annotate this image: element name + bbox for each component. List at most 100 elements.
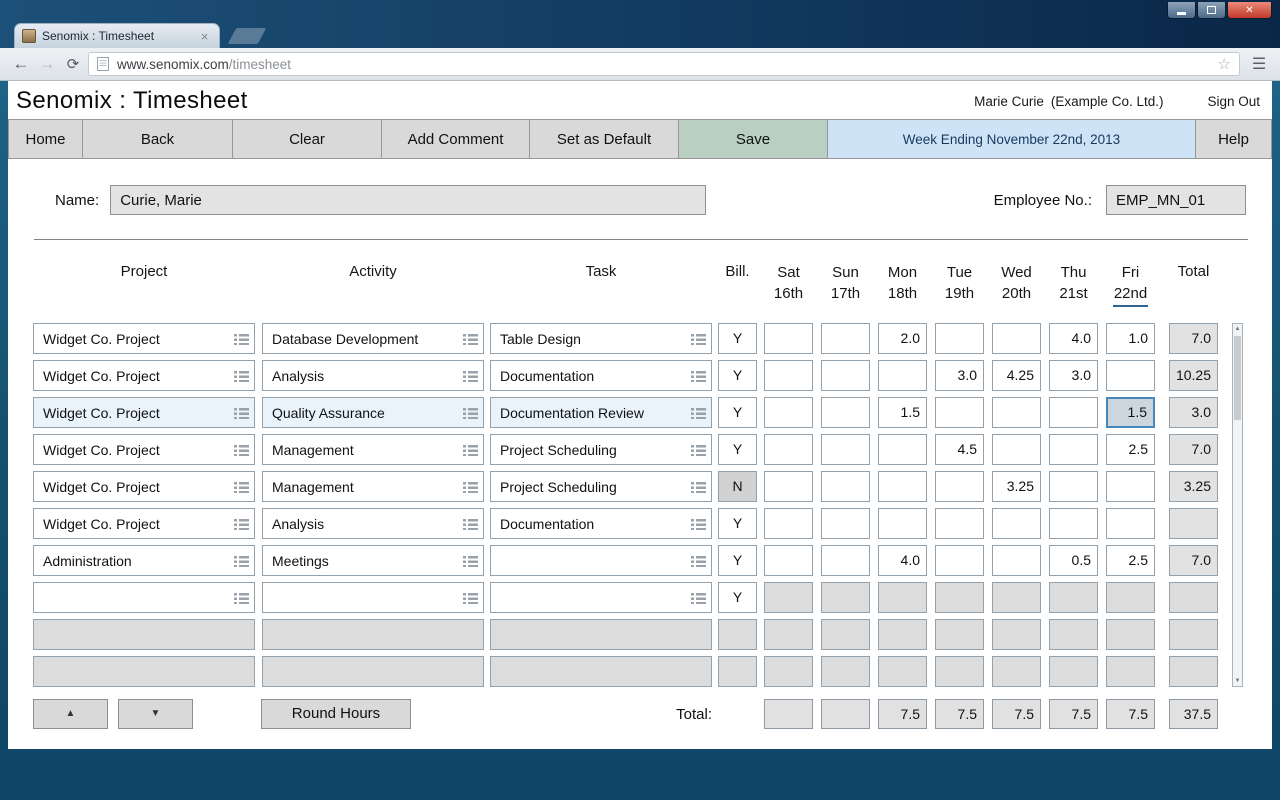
hours-cell-fri[interactable]: 2.5 [1106, 545, 1155, 576]
hours-cell-tue[interactable] [935, 471, 984, 502]
hours-cell-mon[interactable] [878, 434, 927, 465]
close-button[interactable]: ✕ [1227, 2, 1272, 19]
hours-cell-thu[interactable] [1049, 508, 1098, 539]
move-row-down-button[interactable]: ▼ [118, 699, 193, 729]
hours-cell-sun[interactable] [821, 545, 870, 576]
maximize-button[interactable] [1197, 2, 1226, 19]
task-field[interactable] [490, 582, 712, 613]
hours-cell-tue[interactable] [935, 508, 984, 539]
activity-field[interactable]: Quality Assurance [262, 397, 484, 428]
move-row-up-button[interactable]: ▲ [33, 699, 108, 729]
back-icon[interactable]: ← [8, 54, 34, 74]
task-field[interactable]: Table Design [490, 323, 712, 354]
hours-cell-thu[interactable]: 3.0 [1049, 360, 1098, 391]
sign-out-link[interactable]: Sign Out [1207, 94, 1260, 109]
task-field[interactable]: Project Scheduling [490, 471, 712, 502]
hours-cell-tue[interactable] [935, 545, 984, 576]
hours-cell-thu[interactable]: 4.0 [1049, 323, 1098, 354]
hours-cell-fri[interactable]: 2.5 [1106, 434, 1155, 465]
browser-tab[interactable]: Senomix : Timesheet × [14, 23, 220, 48]
list-picker-icon[interactable] [234, 592, 249, 604]
list-picker-icon[interactable] [463, 370, 478, 382]
table-scrollbar[interactable]: ▲ ▼ [1232, 323, 1243, 687]
save-button[interactable]: Save [678, 119, 828, 159]
activity-field[interactable] [262, 582, 484, 613]
activity-field[interactable]: Meetings [262, 545, 484, 576]
hours-cell-sat[interactable] [764, 434, 813, 465]
billable-cell[interactable]: Y [718, 323, 757, 354]
hours-cell-wed[interactable] [992, 397, 1041, 428]
list-picker-icon[interactable] [234, 444, 249, 456]
billable-cell[interactable]: Y [718, 582, 757, 613]
billable-cell-non-billable[interactable]: N [718, 471, 757, 502]
add-comment-button[interactable]: Add Comment [381, 119, 530, 159]
hours-cell-mon[interactable] [878, 360, 927, 391]
round-hours-button[interactable]: Round Hours [261, 699, 411, 729]
minimize-button[interactable] [1167, 2, 1196, 19]
hours-cell-sun[interactable] [821, 397, 870, 428]
forward-icon[interactable]: → [34, 54, 60, 74]
hours-cell-wed[interactable] [992, 545, 1041, 576]
tab-close-icon[interactable]: × [197, 29, 212, 44]
list-picker-icon[interactable] [691, 333, 706, 345]
hours-cell-sun[interactable] [821, 360, 870, 391]
list-picker-icon[interactable] [691, 592, 706, 604]
name-field[interactable]: Curie, Marie [110, 185, 706, 215]
list-picker-icon[interactable] [463, 481, 478, 493]
address-bar[interactable]: www.senomix.com/timesheet ☆ [88, 52, 1240, 76]
list-picker-icon[interactable] [691, 407, 706, 419]
project-field[interactable]: Widget Co. Project [33, 397, 255, 428]
billable-cell[interactable]: Y [718, 434, 757, 465]
list-picker-icon[interactable] [234, 370, 249, 382]
list-picker-icon[interactable] [234, 407, 249, 419]
reload-icon[interactable]: ⟳ [60, 55, 86, 73]
activity-field[interactable]: Management [262, 434, 484, 465]
hours-cell-wed[interactable]: 3.25 [992, 471, 1041, 502]
task-field[interactable]: Documentation Review [490, 397, 712, 428]
project-field[interactable]: Administration [33, 545, 255, 576]
list-picker-icon[interactable] [463, 555, 478, 567]
list-picker-icon[interactable] [234, 518, 249, 530]
hours-cell-thu[interactable] [1049, 434, 1098, 465]
billable-cell[interactable]: Y [718, 360, 757, 391]
hours-cell-sat[interactable] [764, 471, 813, 502]
list-picker-icon[interactable] [463, 333, 478, 345]
hours-cell-sun[interactable] [821, 323, 870, 354]
hours-cell-sat[interactable] [764, 360, 813, 391]
project-field[interactable]: Widget Co. Project [33, 471, 255, 502]
back-button[interactable]: Back [82, 119, 233, 159]
project-field[interactable]: Widget Co. Project [33, 434, 255, 465]
task-field[interactable]: Project Scheduling [490, 434, 712, 465]
hours-cell-fri[interactable] [1106, 471, 1155, 502]
list-picker-icon[interactable] [234, 481, 249, 493]
list-picker-icon[interactable] [463, 592, 478, 604]
new-tab-button[interactable] [228, 28, 267, 44]
project-field[interactable] [33, 582, 255, 613]
list-picker-icon[interactable] [463, 407, 478, 419]
hours-cell-mon[interactable]: 4.0 [878, 545, 927, 576]
scrollbar-up-icon[interactable]: ▲ [1235, 326, 1241, 332]
billable-cell[interactable]: Y [718, 545, 757, 576]
billable-cell[interactable]: Y [718, 508, 757, 539]
hours-cell-sun[interactable] [821, 434, 870, 465]
home-button[interactable]: Home [8, 119, 83, 159]
hours-cell-sat[interactable] [764, 508, 813, 539]
list-picker-icon[interactable] [691, 555, 706, 567]
project-field[interactable]: Widget Co. Project [33, 360, 255, 391]
hours-cell-wed[interactable]: 4.25 [992, 360, 1041, 391]
activity-field[interactable]: Analysis [262, 360, 484, 391]
hours-cell-fri[interactable] [1106, 360, 1155, 391]
week-ending-button[interactable]: Week Ending November 22nd, 2013 [827, 119, 1196, 159]
bookmark-star-icon[interactable]: ☆ [1218, 55, 1231, 73]
help-button[interactable]: Help [1195, 119, 1272, 159]
hours-cell-fri-selected[interactable]: 1.5 [1106, 397, 1155, 428]
list-picker-icon[interactable] [463, 444, 478, 456]
hours-cell-sat[interactable] [764, 323, 813, 354]
scrollbar-down-icon[interactable]: ▼ [1235, 678, 1241, 684]
hours-cell-fri[interactable] [1106, 508, 1155, 539]
hours-cell-sun[interactable] [821, 508, 870, 539]
hours-cell-wed[interactable] [992, 434, 1041, 465]
hours-cell-thu[interactable] [1049, 397, 1098, 428]
hours-cell-sun[interactable] [821, 471, 870, 502]
hours-cell-mon[interactable] [878, 471, 927, 502]
